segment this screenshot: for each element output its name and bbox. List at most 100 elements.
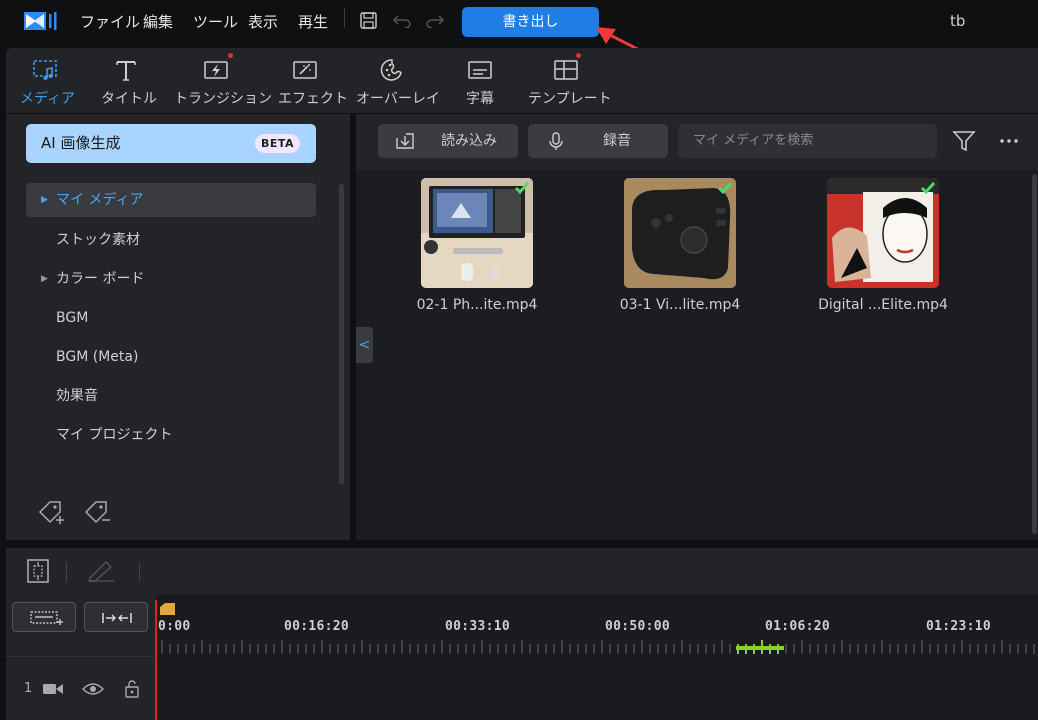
sidebar-item-my-projects[interactable]: マイ プロジェクト: [26, 418, 316, 452]
expand-triangle-icon: ▶: [41, 274, 48, 284]
tab-transition[interactable]: トランジション: [174, 48, 272, 113]
sidebar-item-color-board[interactable]: ▶ カラー ボード: [26, 262, 316, 296]
template-icon: [554, 60, 578, 80]
toolbar-divider: [139, 562, 140, 582]
sidebar-item-label: マイ メディア: [56, 192, 144, 208]
media-scrollbar[interactable]: [1032, 174, 1037, 534]
timecode-label: 00:16:20: [284, 619, 350, 634]
tab-title[interactable]: タイトル: [101, 48, 157, 113]
redo-icon[interactable]: [426, 13, 444, 28]
overlay-icon: [380, 59, 402, 81]
ai-image-generation-button[interactable]: AI 画像生成 BETA: [26, 124, 316, 163]
tab-effect[interactable]: エフェクト: [278, 48, 348, 113]
sidebar-item-label: BGM (Meta): [56, 349, 139, 365]
track-header-panel: 1: [6, 594, 156, 720]
timeline: 1 0:00 00:16:20 00:33:10 00:50:00 01:06:…: [6, 594, 1038, 720]
tab-effect-label: エフェクト: [278, 91, 348, 107]
tab-media[interactable]: メディア: [20, 48, 76, 113]
playhead[interactable]: [155, 600, 157, 720]
collapse-sidebar-button[interactable]: <: [356, 327, 373, 363]
crop-icon[interactable]: [26, 558, 50, 584]
tab-transition-label: トランジション: [174, 91, 272, 107]
tab-template-label: テンプレート: [528, 91, 612, 107]
import-button[interactable]: 読み込み: [378, 124, 518, 158]
timeline-toolbar: [6, 548, 1038, 594]
title-icon: [116, 61, 136, 81]
fit-width-icon: [102, 613, 132, 623]
filter-icon[interactable]: [952, 129, 976, 153]
sidebar-item-my-media[interactable]: ▶ マイ メディア: [26, 183, 316, 217]
save-icon[interactable]: [360, 12, 377, 29]
lock-icon[interactable]: [124, 680, 140, 698]
sidebar-item-label: マイ プロジェクト: [56, 427, 173, 443]
add-track-icon: [30, 611, 63, 625]
tab-subtitle-label: 字幕: [466, 91, 494, 107]
timeline-ruler[interactable]: 0:00 00:16:20 00:33:10 00:50:00 01:06:20…: [158, 594, 1038, 656]
timecode-label: 01:06:20: [765, 619, 831, 634]
expand-triangle-icon: ▶: [41, 195, 48, 205]
more-options-icon[interactable]: [999, 138, 1019, 144]
sidebar-scrollbar[interactable]: [339, 184, 344, 484]
tab-subtitle[interactable]: 字幕: [458, 48, 502, 113]
visibility-eye-icon[interactable]: [82, 682, 104, 696]
timecode-label: 0:00: [158, 619, 191, 634]
sidebar-item-label: カラー ボード: [56, 271, 145, 287]
menu-file[interactable]: ファイル: [80, 11, 140, 32]
app-logo-icon: [24, 12, 57, 30]
menu-view[interactable]: 表示: [248, 11, 278, 32]
menu-tools[interactable]: ツール: [193, 11, 238, 32]
ruler-highlight: [736, 646, 784, 650]
transition-notification-dot: [228, 53, 233, 58]
library-sidebar: AI 画像生成 BETA ▶ マイ メディア ストック素材 ▶ カラー ボード …: [6, 114, 350, 540]
tab-overlay[interactable]: オーバーレイ: [356, 48, 440, 113]
room-toolbar: メディア タイトル トランジション エフェクト オーバーレイ 字幕 テンプレート: [6, 48, 1038, 113]
user-name[interactable]: tb: [950, 12, 965, 30]
tab-template[interactable]: テンプレート: [528, 48, 612, 113]
subtitle-icon: [468, 61, 492, 79]
sidebar-item-bgm-meta[interactable]: BGM (Meta): [26, 340, 316, 374]
tab-overlay-label: オーバーレイ: [356, 91, 440, 107]
timecode-label: 00:33:10: [445, 619, 511, 634]
edit-pen-icon[interactable]: [86, 560, 116, 582]
import-icon: [396, 133, 414, 149]
media-library-panel: 読み込み 録音 マイ メディアを検索 02-1 Ph...ite.mp4 03-…: [356, 114, 1038, 540]
ruler-ticks: [161, 640, 1035, 654]
menu-divider: [344, 8, 345, 28]
tab-title-label: タイトル: [101, 91, 157, 107]
media-toolbar: 読み込み 録音 マイ メディアを検索: [356, 114, 1038, 170]
sidebar-item-stock[interactable]: ストック素材: [26, 223, 316, 257]
beta-badge: BETA: [254, 134, 300, 153]
sidebar-item-label: ストック素材: [56, 232, 140, 248]
search-input[interactable]: マイ メディアを検索: [678, 124, 937, 158]
sidebar-item-bgm[interactable]: BGM: [26, 301, 316, 335]
check-icon: [717, 182, 733, 195]
tab-media-label: メディア: [20, 91, 76, 107]
menu-edit[interactable]: 編集: [143, 11, 173, 32]
add-track-button[interactable]: [12, 602, 76, 632]
template-notification-dot: [576, 53, 581, 58]
track-number: 1: [24, 681, 33, 696]
title-bar: ファイル 編集 ツール 表示 再生 書き出し tb: [0, 0, 1038, 66]
check-icon: [920, 182, 936, 195]
chevron-left-icon: <: [358, 337, 371, 353]
microphone-icon: [549, 132, 563, 150]
sidebar-item-sound-effects[interactable]: 効果音: [26, 379, 316, 413]
media-file-name: 03-1 Vi...lite.mp4: [619, 297, 741, 313]
record-button[interactable]: 録音: [528, 124, 668, 158]
remove-tag-icon[interactable]: [82, 498, 112, 528]
playhead-marker-icon[interactable]: [158, 602, 176, 616]
video-camera-icon: [43, 684, 63, 694]
export-button[interactable]: 書き出し: [462, 7, 599, 37]
add-tag-icon[interactable]: [36, 498, 66, 528]
check-icon: [514, 182, 530, 195]
ai-button-label: AI 画像生成: [41, 134, 121, 152]
transition-icon: [204, 61, 228, 79]
fit-timeline-button[interactable]: [84, 602, 148, 632]
sidebar-item-label: BGM: [56, 310, 89, 326]
undo-icon[interactable]: [393, 13, 411, 28]
menu-play[interactable]: 再生: [298, 11, 328, 32]
media-file-name: 02-1 Ph...ite.mp4: [416, 297, 538, 313]
sidebar-item-label: 効果音: [56, 388, 98, 404]
media-file-name: Digital ...Elite.mp4: [818, 297, 948, 313]
effect-icon: [293, 61, 317, 79]
